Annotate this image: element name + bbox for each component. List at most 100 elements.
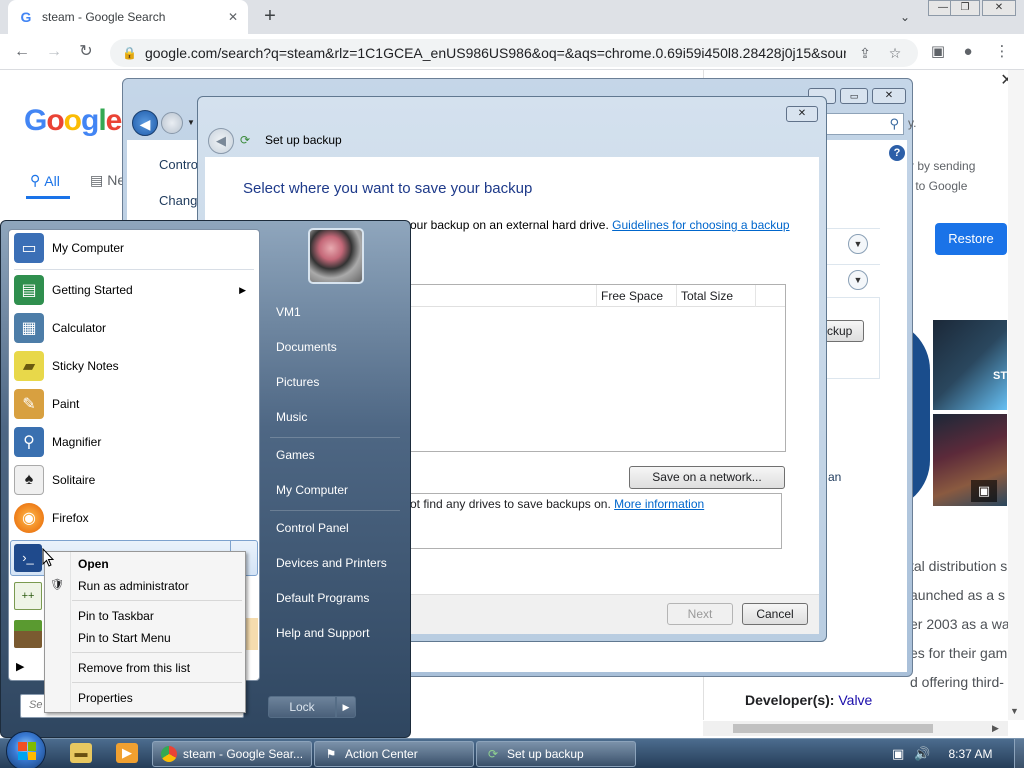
page-horizontal-scrollbar[interactable]: [703, 721, 1008, 736]
context-run-as-admin[interactable]: Run as administrator: [46, 575, 244, 597]
firefox-icon: ◉: [14, 503, 44, 533]
network-icon[interactable]: ▣: [892, 746, 904, 762]
context-open[interactable]: Open: [46, 553, 244, 575]
file-explorer-icon[interactable]: ▬: [70, 743, 92, 763]
search-tab-news[interactable]: ▤ Ne: [90, 172, 125, 189]
powershell-icon: ›_: [14, 544, 42, 572]
google-logo[interactable]: Google: [24, 104, 122, 138]
new-tab-button[interactable]: +: [258, 4, 282, 28]
bookmark-star-icon[interactable]: ☆: [884, 45, 906, 62]
lock-icon[interactable]: 🔒: [122, 46, 137, 60]
page-vertical-scrollbar[interactable]: [1008, 70, 1024, 720]
start-item-sticky-notes[interactable]: ▰ Sticky Notes: [10, 348, 258, 384]
column-header-free-space[interactable]: Free Space: [596, 285, 676, 307]
profile-avatar-icon[interactable]: ●: [956, 40, 980, 64]
chevron-down-icon[interactable]: ⌄: [894, 6, 916, 28]
cancel-button[interactable]: Cancel: [742, 603, 808, 625]
dialog-heading: Select where you want to save your backu…: [243, 180, 533, 197]
start-right-help-support[interactable]: Help and Support: [270, 619, 400, 647]
more-information-link[interactable]: More information: [614, 497, 704, 511]
action-center-flag-icon: ⚑: [325, 747, 337, 761]
context-pin-taskbar[interactable]: Pin to Taskbar: [46, 605, 244, 627]
save-on-network-button[interactable]: Save on a network...: [629, 466, 785, 489]
start-right-user-folder[interactable]: VM1: [270, 298, 400, 326]
column-header-total-size[interactable]: Total Size: [676, 285, 756, 307]
backup-destination-list[interactable]: [410, 284, 786, 452]
start-right-default-programs[interactable]: Default Programs: [270, 584, 400, 612]
all-programs-arrow-icon[interactable]: ▶: [16, 660, 24, 673]
restore-button[interactable]: Restore: [935, 223, 1007, 255]
close-window-button[interactable]: ✕: [872, 88, 906, 104]
clock[interactable]: 8:37 AM: [948, 747, 992, 761]
start-right-games[interactable]: Games: [270, 441, 400, 469]
context-remove-list[interactable]: Remove from this list: [46, 657, 244, 679]
maximize-button[interactable]: ▭: [840, 88, 868, 104]
dialog-description: our backup on an external hard drive. Gu…: [410, 218, 790, 232]
forward-arrow-icon[interactable]: →: [42, 40, 66, 64]
back-arrow-icon[interactable]: ◀: [208, 128, 234, 154]
shutdown-options-arrow-icon[interactable]: ▶: [336, 696, 356, 718]
start-item-getting-started[interactable]: ▤ Getting Started ▶: [10, 272, 258, 308]
start-item-paint[interactable]: ✎ Paint: [10, 386, 258, 422]
lock-button[interactable]: Lock: [268, 696, 336, 718]
reload-icon[interactable]: ↻: [74, 40, 98, 64]
start-item-solitaire[interactable]: ♠ Solitaire: [10, 462, 258, 498]
start-right-pictures[interactable]: Pictures: [270, 368, 400, 396]
back-arrow-icon[interactable]: ←: [10, 40, 34, 64]
divider: [14, 269, 254, 270]
start-item-firefox[interactable]: ◉ Firefox: [10, 500, 258, 536]
back-arrow-icon[interactable]: ◀: [132, 110, 158, 136]
user-avatar[interactable]: [308, 228, 364, 284]
address-bar[interactable]: 🔒 google.com/search?q=steam&rlz=1C1GCEA_…: [110, 39, 918, 67]
start-right-control-panel[interactable]: Control Panel: [270, 514, 400, 542]
divider: [72, 682, 242, 683]
developer-link[interactable]: Valve: [838, 692, 872, 708]
share-icon[interactable]: ⇪: [854, 45, 876, 62]
start-item-my-computer[interactable]: ▭ My Computer: [10, 230, 258, 266]
guidelines-link[interactable]: Guidelines for choosing a backup: [612, 218, 789, 232]
chevron-down-icon[interactable]: ▼: [848, 234, 868, 254]
steam-library-image[interactable]: ▣: [933, 414, 1007, 506]
side-panel-icon[interactable]: ▣: [926, 40, 950, 64]
taskbar-item-set-up-backup[interactable]: ⟳ Set up backup: [476, 741, 636, 767]
close-window-button[interactable]: ✕: [786, 106, 818, 122]
image-gallery-icon[interactable]: ▣: [971, 480, 997, 502]
start-right-devices-printers[interactable]: Devices and Printers: [270, 549, 400, 577]
restore-window-button[interactable]: ❐: [950, 0, 980, 16]
media-player-icon[interactable]: ▶: [116, 743, 138, 763]
scroll-right-arrow-icon[interactable]: ▶: [992, 723, 999, 734]
volume-icon[interactable]: 🔊: [914, 746, 930, 762]
control-panel-home-link[interactable]: Contro: [159, 157, 198, 172]
notepad-plus-icon[interactable]: ++: [14, 582, 42, 610]
chevron-down-icon[interactable]: ▼: [848, 270, 868, 290]
chevron-down-icon[interactable]: ▼: [187, 118, 195, 127]
control-panel-search-input[interactable]: ⚲: [820, 113, 904, 135]
taskbar-item-chrome[interactable]: steam - Google Sear...: [152, 741, 312, 767]
computer-icon: ▭: [14, 233, 44, 263]
browser-tab-active[interactable]: G steam - Google Search ✕: [8, 0, 248, 34]
calculator-icon: ▦: [14, 313, 44, 343]
solitaire-icon: ♠: [14, 465, 44, 495]
start-right-music[interactable]: Music: [270, 403, 400, 431]
chrome-menu-icon[interactable]: ⋮: [990, 40, 1014, 64]
highlight-sliver: [246, 618, 258, 650]
next-button[interactable]: Next: [667, 603, 733, 625]
scroll-down-arrow-icon[interactable]: ▼: [1010, 706, 1019, 716]
show-desktop-button[interactable]: [1014, 739, 1024, 768]
start-right-documents[interactable]: Documents: [270, 333, 400, 361]
minecraft-icon[interactable]: [14, 620, 42, 648]
close-window-button[interactable]: ✕: [982, 0, 1016, 16]
close-tab-icon[interactable]: ✕: [228, 10, 238, 24]
context-pin-start[interactable]: Pin to Start Menu: [46, 627, 244, 649]
divider: [270, 510, 400, 511]
context-properties[interactable]: Properties: [46, 687, 244, 709]
steam-store-image[interactable]: ST: [933, 320, 1007, 410]
help-icon[interactable]: ?: [889, 145, 905, 161]
taskbar-item-action-center[interactable]: ⚑ Action Center: [314, 741, 474, 767]
start-item-magnifier[interactable]: ⚲ Magnifier: [10, 424, 258, 460]
start-button[interactable]: [6, 731, 46, 768]
start-item-calculator[interactable]: ▦ Calculator: [10, 310, 258, 346]
start-right-my-computer[interactable]: My Computer: [270, 476, 400, 504]
search-tab-all[interactable]: ⚲ All: [30, 172, 60, 189]
forward-arrow-icon[interactable]: [161, 112, 183, 134]
